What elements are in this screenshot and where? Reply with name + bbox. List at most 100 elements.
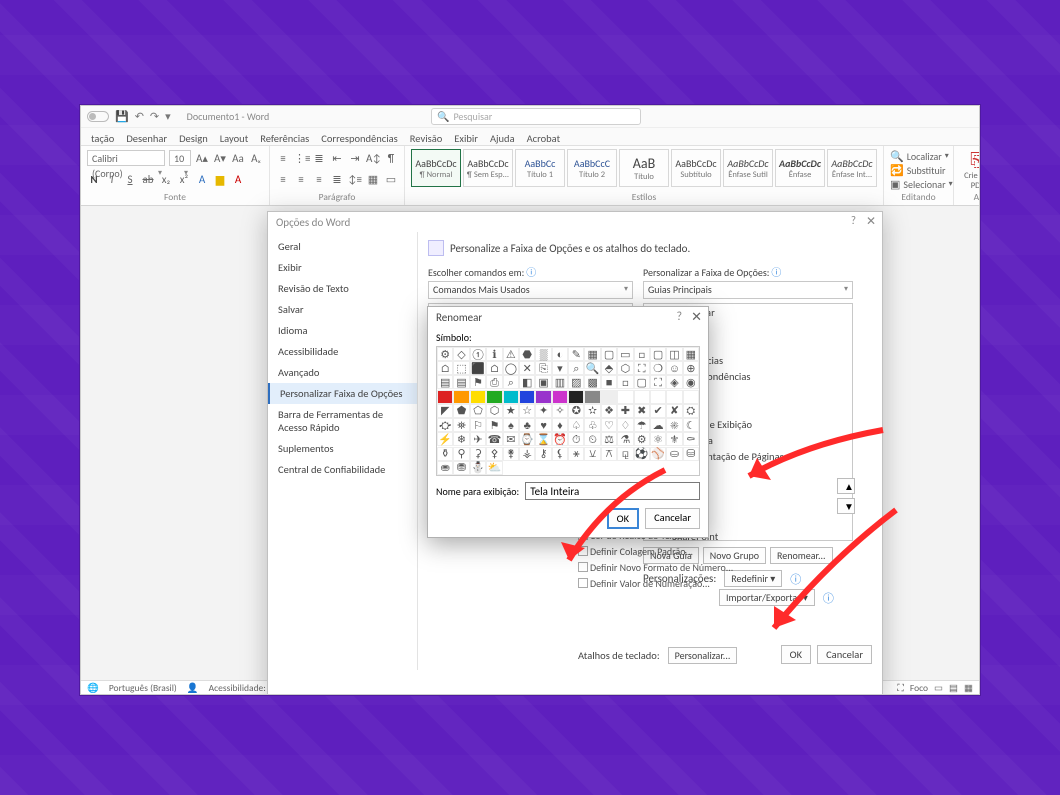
line-spacing-icon[interactable]: ↕≡ — [348, 173, 362, 186]
symbol-cell[interactable] — [470, 390, 487, 404]
symbol-cell[interactable]: ☀ — [666, 418, 682, 432]
symbol-cell[interactable]: ⚹ — [568, 447, 584, 461]
symbol-cell[interactable] — [683, 390, 699, 404]
font-select[interactable]: Calibri (Corpo) — [87, 150, 165, 166]
bullets-icon[interactable]: ≡ — [276, 152, 290, 165]
tab[interactable]: tação — [91, 132, 114, 145]
justify-icon[interactable]: ≣ — [330, 173, 344, 186]
symbol-cell[interactable]: ▦ — [584, 347, 600, 361]
symbol-cell[interactable] — [584, 390, 600, 404]
symbol-cell[interactable]: ⚡ — [437, 432, 453, 446]
symbol-cell[interactable]: ⚾ — [650, 447, 666, 461]
rename-cancel-button[interactable]: Cancelar — [645, 508, 700, 529]
qat-more-icon[interactable]: ▾ — [165, 110, 171, 123]
find-icon[interactable]: 🔍 — [890, 150, 904, 163]
indent-inc-icon[interactable]: ⇥ — [348, 152, 362, 165]
style-box[interactable]: AaBTítulo — [619, 149, 669, 187]
symbol-cell[interactable] — [617, 390, 633, 404]
options-category[interactable]: Exibir — [268, 257, 417, 278]
symbol-cell[interactable]: ☂ — [634, 418, 650, 432]
options-category[interactable]: Geral — [268, 236, 417, 257]
align-right-icon[interactable]: ≡ — [312, 173, 326, 186]
symbol-cell[interactable]: ⛶ — [650, 375, 666, 389]
symbol-cell[interactable]: ☎ — [486, 432, 502, 446]
symbol-cell[interactable]: ⚲ — [453, 447, 469, 461]
view-web-icon[interactable]: ▦ — [964, 682, 973, 694]
style-box[interactable]: AaBbCcDcÊnfase — [775, 149, 825, 187]
symbol-cell[interactable]: ☆ — [519, 404, 535, 418]
multilevel-icon[interactable]: ≣ — [312, 152, 326, 165]
symbol-cell[interactable]: ✧ — [552, 404, 568, 418]
symbol-cell[interactable]: ▥ — [552, 375, 568, 389]
style-box[interactable]: AaBbCcTítulo 1 — [515, 149, 565, 187]
create-pdf-icon[interactable]: ⎘ — [960, 149, 980, 171]
symbol-cell[interactable]: ♦ — [552, 418, 568, 432]
undo-icon[interactable]: ↶ — [135, 110, 144, 123]
options-category[interactable]: Avançado — [268, 362, 417, 383]
options-category[interactable]: Idioma — [268, 320, 417, 341]
options-category[interactable]: Personalizar Faixa de Opções — [268, 383, 417, 404]
symbol-cell[interactable]: ☁ — [650, 418, 666, 432]
options-category[interactable]: Salvar — [268, 299, 417, 320]
options-category[interactable]: Barra de Ferramentas de Acesso Rápido — [268, 404, 417, 438]
symbol-cell[interactable]: ♠ — [503, 418, 519, 432]
symbol-cell[interactable] — [437, 390, 453, 404]
replace-icon[interactable]: 🔁 — [890, 164, 904, 177]
info-icon[interactable]: ⓘ — [771, 266, 781, 279]
symbol-cell[interactable] — [453, 390, 469, 404]
symbol-cell[interactable]: ⚱ — [437, 447, 453, 461]
symbol-cell[interactable]: ⚖ — [601, 432, 617, 446]
clear-format-icon[interactable]: Aₓ — [249, 152, 263, 165]
symbol-cell[interactable]: ⚻ — [601, 447, 617, 461]
symbol-cell[interactable]: ⬡ — [486, 404, 502, 418]
close-icon[interactable]: ✕ — [691, 310, 702, 325]
align-center-icon[interactable]: ≡ — [294, 173, 308, 186]
info-icon[interactable]: ⓘ — [526, 266, 536, 279]
strike-icon[interactable]: ab — [141, 173, 155, 186]
symbol-cell[interactable]: ⏲ — [584, 432, 600, 446]
symbol-cell[interactable]: ❄ — [453, 432, 469, 446]
symbol-grid[interactable]: ⚙◇①ℹ⚠⬣▒◐✎▦▢▭□▢◫▦⌂⬚⬛⌂◯✕⎘▾⌕🔍⬘⬡⛶❍☺⊕▤▤⚑⎙⌕◧▣▥… — [436, 346, 700, 476]
symbol-cell[interactable]: 🔍 — [584, 361, 600, 375]
symbol-cell[interactable] — [503, 390, 519, 404]
info-icon[interactable]: ⓘ — [790, 571, 801, 587]
symbol-cell[interactable]: ★ — [503, 404, 519, 418]
symbol-cell[interactable]: ⛶ — [634, 361, 650, 375]
symbol-cell[interactable]: ✖ — [634, 404, 650, 418]
symbol-cell[interactable]: ✪ — [568, 404, 584, 418]
symbol-cell[interactable]: ⚸ — [552, 447, 568, 461]
symbol-cell[interactable]: ■ — [601, 375, 617, 389]
symbol-cell[interactable]: ♤ — [568, 418, 584, 432]
kb-customize-button[interactable]: Personalizar... — [668, 647, 738, 664]
symbol-cell[interactable] — [535, 390, 551, 404]
display-name-input[interactable] — [525, 482, 700, 500]
tab[interactable]: Acrobat — [527, 132, 561, 145]
symbol-cell[interactable]: ⛯ — [453, 418, 469, 432]
symbol-cell[interactable]: ♣ — [519, 418, 535, 432]
symbol-cell[interactable]: ✉ — [503, 432, 519, 446]
symbol-cell[interactable]: ▦ — [683, 347, 699, 361]
options-category[interactable]: Revisão de Texto — [268, 278, 417, 299]
symbol-cell[interactable]: ⚙ — [634, 432, 650, 446]
options-cancel-button[interactable]: Cancelar — [817, 645, 872, 664]
size-select[interactable]: 10 — [169, 150, 191, 166]
tab[interactable]: Desenhar — [126, 132, 167, 145]
symbol-cell[interactable] — [552, 390, 568, 404]
symbol-cell[interactable]: ⛅ — [486, 461, 502, 475]
symbol-cell[interactable]: ⬡ — [617, 361, 633, 375]
symbol-cell[interactable]: ⬣ — [519, 347, 535, 361]
list-item[interactable]: Definir Novo Formato de Número... — [578, 559, 768, 575]
commands-from-combo[interactable]: Comandos Mais Usados — [428, 281, 633, 299]
symbol-cell[interactable]: ❖ — [601, 404, 617, 418]
symbol-cell[interactable]: ⌕ — [503, 375, 519, 389]
help-icon[interactable]: ? — [851, 214, 856, 227]
show-marks-icon[interactable]: ¶ — [384, 152, 398, 165]
symbol-cell[interactable]: ⛂ — [437, 461, 453, 475]
tab[interactable]: Correspondências — [321, 132, 397, 145]
style-box[interactable]: AaBbCcDcÊnfase Sutil — [723, 149, 773, 187]
symbol-cell[interactable]: ⚴ — [486, 447, 502, 461]
autosave-toggle[interactable] — [87, 111, 109, 122]
tab[interactable]: Design — [179, 132, 208, 145]
info-icon[interactable]: ⓘ — [823, 590, 834, 606]
symbol-cell[interactable]: ◇ — [453, 347, 469, 361]
